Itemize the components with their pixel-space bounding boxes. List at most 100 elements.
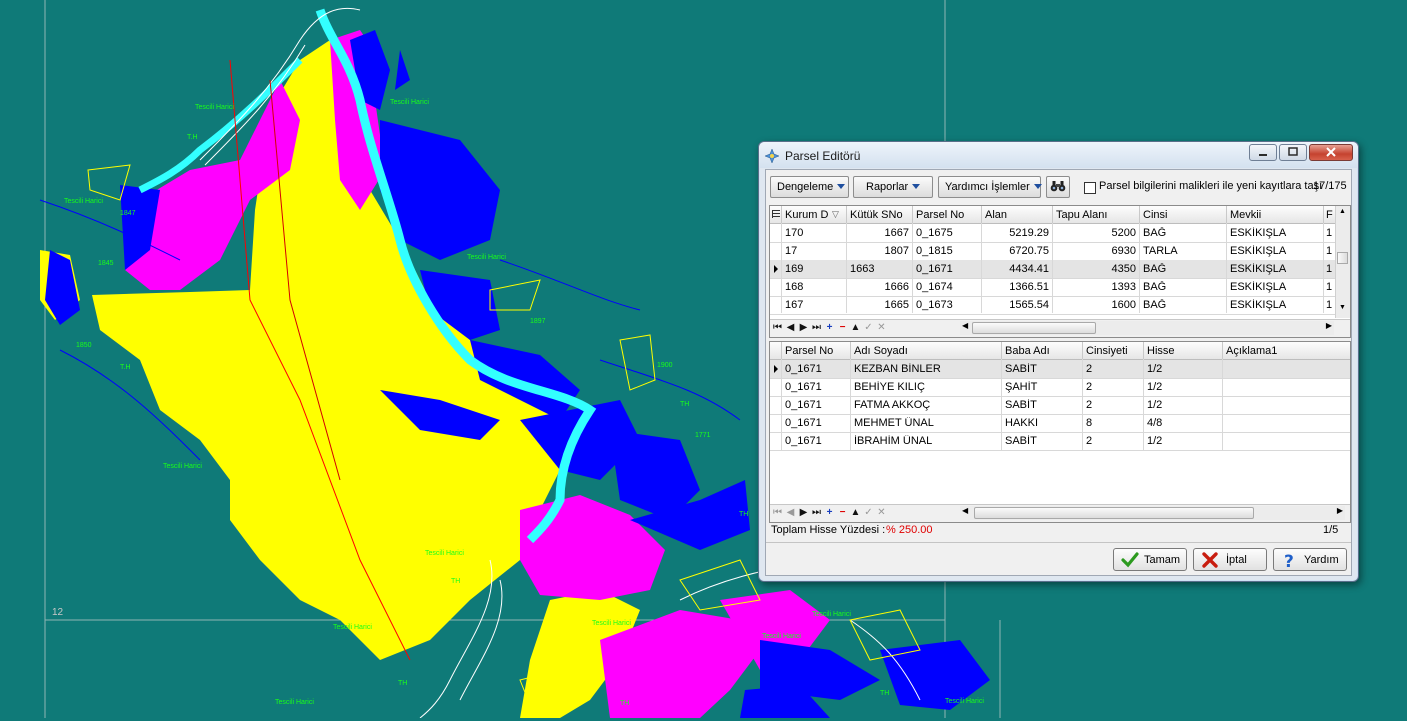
parsel-cell: 0_1675 [916,227,953,239]
delete-icon[interactable]: − [836,321,849,335]
add-icon[interactable]: + [823,506,836,520]
map-label: TH [398,680,408,687]
kutuk-cell: 1665 [884,299,909,311]
alan-cell: 4434.41 [1009,263,1049,275]
next-icon[interactable]: ▶ [797,321,810,335]
column-header[interactable]: Parsel No [916,209,980,221]
owner-row[interactable]: 0_1671 FATMA AKKOÇ SABİT 2 1/2 [770,396,1350,415]
hisse-cell: 1/2 [1147,381,1163,393]
minimize-button[interactable] [1249,144,1277,161]
map-label: Tescili Harici [592,620,631,627]
parcel-editor-window[interactable]: Parsel Editörü Dengeleme Raporlar Yardım… [758,141,1359,582]
parcels-horizontal-scrollbar[interactable]: ◀ ▶ [960,321,1334,335]
mevkii-cell: ESKİKIŞLA [1230,299,1287,311]
delete-icon[interactable]: − [836,506,849,520]
add-icon[interactable]: + [823,321,836,335]
column-header[interactable]: Hisse [1147,345,1221,357]
adi-soyadi-cell: KEZBAN BİNLER [854,363,941,375]
first-icon[interactable]: ⏮ [771,506,784,520]
owner-row-selected[interactable]: 0_1671 KEZBAN BİNLER SABİT 2 1/2 [770,360,1350,379]
parsel-no-cell: 0_1671 [785,417,822,429]
column-header[interactable]: Kurum D [785,209,830,221]
divider [766,542,1351,543]
owners-horizontal-scrollbar[interactable]: ◀ ▶ [960,506,1345,520]
close-button[interactable] [1309,144,1353,161]
column-header[interactable]: Alan [985,209,1050,221]
map-label: 1850 [76,342,92,349]
first-icon[interactable]: ⏮ [771,321,784,335]
map-label: 1897 [530,318,546,325]
f-cell: 1 [1326,281,1333,293]
parcels-vertical-scrollbar[interactable]: ▲ ▼ [1335,206,1350,318]
parsel-cell: 0_1674 [916,281,953,293]
cancel-button[interactable]: İptal [1193,548,1267,571]
search-button[interactable] [1046,176,1070,198]
scroll-right-icon[interactable]: ▶ [1337,506,1343,515]
scroll-down-icon[interactable]: ▼ [1339,304,1346,311]
ok-button[interactable]: Tamam [1113,548,1187,571]
cancel-icon[interactable]: ✕ [875,506,888,520]
parcel-row-selected[interactable]: 169 1663 0_1671 4434.41 4350 BAĞ ESKİKIŞ… [770,260,1350,279]
column-header[interactable]: Cinsi [1143,209,1223,221]
dengeleme-menu-button[interactable]: Dengeleme [770,176,849,198]
column-header[interactable]: Kütük SNo [850,209,912,221]
cinsiyeti-cell: 2 [1086,435,1093,447]
edit-icon[interactable]: ▲ [849,321,862,335]
adi-soyadi-cell: İBRAHİM ÜNAL [854,435,933,447]
column-header[interactable]: Baba Adı [1005,345,1081,357]
column-header[interactable]: Adı Soyadı [854,345,1000,357]
title-bar[interactable]: Parsel Editörü [759,142,1358,168]
parcel-row[interactable]: 170 1667 0_1675 5219.29 5200 BAĞ ESKİKIŞ… [770,224,1350,243]
map-label: Tescili Harici [467,254,506,261]
post-icon[interactable]: ✓ [862,506,875,520]
cancel-icon[interactable]: ✕ [875,321,888,335]
prev-icon[interactable]: ◀ [784,506,797,520]
f-cell: 1 [1326,245,1333,257]
scroll-thumb[interactable] [974,507,1254,519]
parcels-grid[interactable]: Kurum D ▽ Kütük SNo Parsel No Alan Tapu … [769,205,1351,338]
kurum-cell: 169 [785,263,804,275]
scroll-thumb[interactable] [972,322,1096,334]
column-header[interactable]: F [1326,209,1334,221]
scroll-thumb[interactable] [1337,252,1348,264]
help-button[interactable]: ? Yardım [1273,548,1347,571]
post-icon[interactable]: ✓ [862,321,875,335]
owner-row[interactable]: 0_1671 MEHMET ÜNAL HAKKI 8 4/8 [770,414,1350,433]
column-chooser-icon[interactable] [772,210,780,219]
yardimci-islemler-menu-button[interactable]: Yardımcı İşlemler [938,176,1042,198]
last-icon[interactable]: ⏭ [810,321,823,335]
tapu-alani-cell: 1600 [1111,299,1136,311]
parsel-no-cell: 0_1671 [785,399,822,411]
move-owners-checkbox[interactable] [1084,182,1096,194]
column-header[interactable]: Mevkii [1230,209,1320,221]
owners-grid[interactable]: Parsel No Adı Soyadı Baba Adı Cinsiyeti … [769,341,1351,523]
maximize-button[interactable] [1279,144,1307,161]
next-icon[interactable]: ▶ [797,506,810,520]
scroll-left-icon[interactable]: ◀ [962,321,968,330]
parcel-row[interactable]: 17 1807 0_1815 6720.75 6930 TARLA ESKİKI… [770,242,1350,261]
owner-row[interactable]: 0_1671 BEHİYE KILIÇ ŞAHİT 2 1/2 [770,378,1350,397]
parsel-cell: 0_1671 [916,263,953,275]
baba-adi-cell: SABİT [1005,363,1037,375]
raporlar-menu-button[interactable]: Raporlar [853,176,933,198]
column-header[interactable]: Parsel No [785,345,849,357]
dropdown-arrow-icon [1033,184,1042,189]
scroll-up-icon[interactable]: ▲ [1339,208,1346,215]
parcel-row[interactable]: 167 1665 0_1673 1565.54 1600 BAĞ ESKİKIŞ… [770,296,1350,315]
edit-icon[interactable]: ▲ [849,506,862,520]
column-header[interactable]: Cinsiyeti [1086,345,1142,357]
scroll-left-icon[interactable]: ◀ [962,506,968,515]
last-icon[interactable]: ⏭ [810,506,823,520]
scroll-right-icon[interactable]: ▶ [1326,321,1332,330]
parcels-navigator: ⏮ ◀ ▶ ⏭ + − ▲ ✓ ✕ ◀ ▶ [770,319,1350,337]
parcel-row[interactable]: 168 1666 0_1674 1366.51 1393 BAĞ ESKİKIŞ… [770,278,1350,297]
map-label: Tescili Harici [945,698,984,705]
column-header[interactable]: Tapu Alanı [1056,209,1138,221]
cinsi-cell: BAĞ [1143,281,1167,293]
prev-icon[interactable]: ◀ [784,321,797,335]
map-label: TH [739,511,749,518]
kutuk-cell-editing[interactable]: 1663 [850,263,909,275]
column-header[interactable]: Açıklama1 [1226,345,1346,357]
owner-row[interactable]: 0_1671 İBRAHİM ÜNAL SABİT 2 1/2 [770,432,1350,451]
map-label: T.H [187,134,198,141]
